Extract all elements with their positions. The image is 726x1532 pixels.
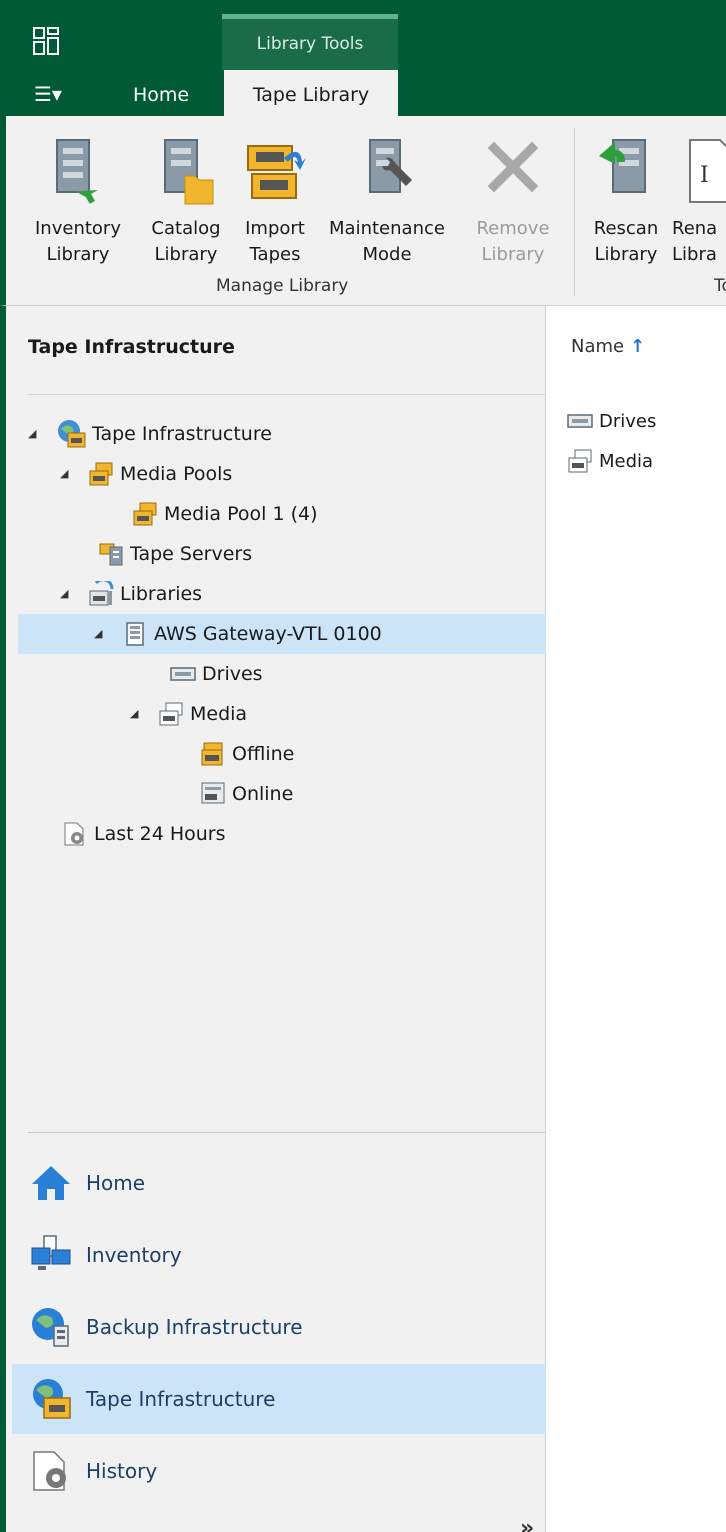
media-icon (159, 702, 183, 726)
app-logo-icon[interactable] (32, 26, 60, 56)
expand-triangle-icon[interactable]: ◢ (130, 707, 144, 721)
history-icon (33, 1451, 66, 1491)
panel-title: Tape Infrastructure (28, 336, 235, 358)
offline-media-icon (201, 742, 223, 766)
maintenance-mode-button[interactable]: Maintenance Mode (320, 136, 454, 268)
maintenance-mode-icon (369, 139, 412, 193)
tape-library-device-icon (126, 622, 144, 646)
tree-node-tape-infrastructure[interactable]: ◢ Tape Infrastructure (28, 414, 272, 454)
tree-node-media-pool-1[interactable]: Media Pool 1 (4) (132, 494, 318, 534)
expand-triangle-icon[interactable]: ◢ (94, 627, 108, 641)
rename-library-icon: I (689, 139, 726, 203)
rename-library-button[interactable]: I Rena Libra (672, 136, 726, 268)
tree-node-media[interactable]: ◢ Media (130, 694, 247, 734)
nav-inventory[interactable]: Inventory (12, 1220, 546, 1290)
tab-tape-library[interactable]: Tape Library (224, 70, 398, 116)
tab-home[interactable]: Home (116, 70, 206, 116)
import-tapes-icon (247, 145, 306, 199)
globe-tape-icon (58, 420, 86, 448)
media-pool-icon (89, 462, 113, 486)
list-item-drives[interactable]: Drives (567, 408, 656, 434)
divider (28, 1132, 546, 1133)
catalog-library-button[interactable]: Catalog Library (140, 136, 232, 268)
media-icon (568, 449, 592, 473)
list-item-media[interactable]: Media (567, 448, 653, 474)
remove-library-button[interactable]: Remove Library (466, 136, 560, 268)
tree-node-online[interactable]: Online (200, 774, 293, 814)
online-media-icon (201, 782, 225, 804)
nav-history[interactable]: History (12, 1436, 546, 1506)
tape-server-icon (99, 543, 123, 566)
ribbon: Inventory Library Catalog Library Import… (0, 116, 726, 306)
remove-icon (487, 141, 539, 193)
drive-icon (170, 667, 196, 681)
navigation-panel: Tape Infrastructure ◢ Tape Infrastructur… (0, 306, 546, 1532)
sort-ascending-icon: ↑ (630, 336, 646, 357)
svg-text:I: I (700, 163, 709, 188)
tree-node-offline[interactable]: Offline (200, 734, 294, 774)
expand-triangle-icon[interactable]: ◢ (28, 427, 42, 441)
inventory-library-icon (56, 139, 98, 204)
tree-node-drives[interactable]: Drives (170, 654, 263, 694)
tree-node-libraries[interactable]: ◢ Libraries (60, 574, 202, 614)
group-label-tools-partial: To (714, 276, 726, 296)
rescan-library-icon (599, 139, 646, 193)
drive-icon (567, 414, 593, 428)
title-bar: Library Tools ☰▾ Home Tape Library (0, 0, 726, 116)
media-pool-icon (133, 502, 157, 526)
main-menu-button[interactable]: ☰▾ (34, 82, 62, 106)
group-label-manage-library: Manage Library (216, 276, 349, 296)
backup-infrastructure-icon (32, 1308, 69, 1347)
expand-triangle-icon[interactable]: ◢ (60, 587, 74, 601)
inventory-library-button[interactable]: Inventory Library (26, 136, 130, 268)
library-icon (89, 581, 114, 606)
column-header-name[interactable]: Name ↑ (571, 336, 645, 357)
library-tools-context-tab: Library Tools (222, 14, 398, 70)
history-icon (64, 822, 84, 846)
nav-tape-infrastructure[interactable]: Tape Infrastructure (12, 1364, 546, 1434)
nav-backup-infrastructure[interactable]: Backup Infrastructure (12, 1292, 546, 1362)
nav-home[interactable]: Home (12, 1148, 546, 1218)
content-list-view: Name ↑ Drives Media (547, 306, 726, 1532)
tree-node-tape-servers[interactable]: Tape Servers (98, 534, 252, 574)
home-icon (32, 1166, 70, 1200)
rescan-library-button[interactable]: Rescan Library (586, 136, 666, 268)
tree-node-aws-gateway-vtl[interactable]: ◢ AWS Gateway-VTL 0100 (18, 614, 546, 654)
tape-infrastructure-icon (33, 1379, 71, 1419)
tree-node-last-24-hours[interactable]: Last 24 Hours (62, 814, 226, 854)
expand-triangle-icon[interactable]: ◢ (60, 467, 74, 481)
group-separator (574, 128, 575, 296)
inventory-icon (31, 1235, 71, 1270)
import-tapes-button[interactable]: Import Tapes (238, 136, 312, 268)
divider (28, 394, 546, 395)
catalog-library-icon (164, 139, 214, 205)
more-nav-chevron-icon[interactable]: » (520, 1516, 534, 1532)
tree-node-media-pools[interactable]: ◢ Media Pools (60, 454, 232, 494)
